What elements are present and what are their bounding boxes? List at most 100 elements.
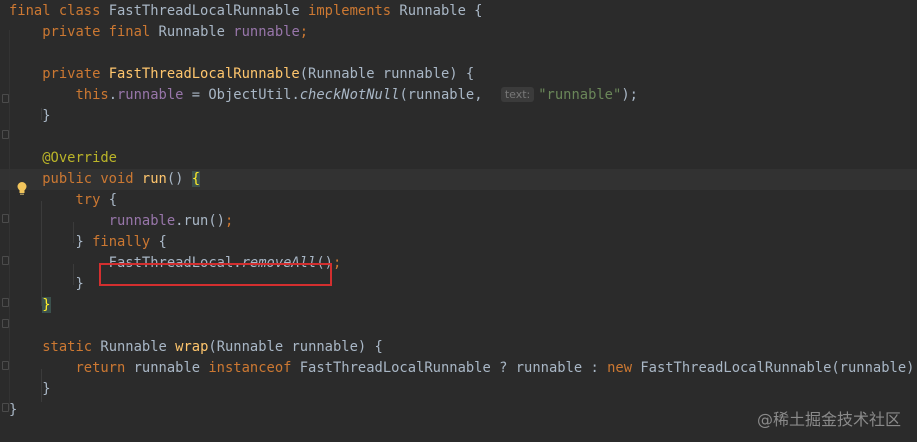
code-token: } <box>9 381 51 397</box>
code-token: .run() <box>175 213 225 229</box>
code-token: instanceof <box>208 360 300 376</box>
code-token: runnable <box>133 360 209 376</box>
code-text: public void run() { <box>9 169 201 190</box>
code-text: runnable.run(); <box>9 211 234 232</box>
code-token: FastThreadLocalRunnable ? runnable : <box>299 360 608 376</box>
code-token: ; <box>332 255 342 271</box>
code-token: try <box>75 192 109 208</box>
code-token: () <box>166 171 192 187</box>
code-text: } <box>9 400 17 421</box>
code-line[interactable]: } <box>0 295 917 316</box>
parameter-hint: text: <box>500 87 535 102</box>
code-text: private final Runnable runnable; <box>9 22 308 43</box>
code-token: = ObjectUtil. <box>191 87 300 103</box>
lightbulb-icon[interactable] <box>16 181 28 197</box>
code-token: { <box>108 192 117 208</box>
code-token: Runnable <box>100 339 176 355</box>
code-editor[interactable]: } } return runnable instanceof FastThrea… <box>0 0 917 442</box>
code-text: static Runnable wrap(Runnable runnable) … <box>9 337 383 358</box>
code-line[interactable] <box>0 43 917 64</box>
code-line[interactable]: private final Runnable runnable; <box>0 22 917 43</box>
watermark: @稀土掘金技术社区 <box>756 410 901 429</box>
code-token: FastThreadLocalRunnable <box>108 66 300 82</box>
indent-guide <box>41 201 42 306</box>
code-token: Runnable { <box>399 3 483 19</box>
code-token: static <box>42 339 101 355</box>
code-token: final class <box>9 3 109 19</box>
code-token: ; <box>299 24 309 40</box>
code-line[interactable]: } <box>0 106 917 127</box>
code-token: runnable <box>117 87 192 103</box>
code-token: return <box>75 360 134 376</box>
code-text: private FastThreadLocalRunnable(Runnable… <box>9 64 474 85</box>
code-token: ); <box>621 87 638 103</box>
code-text: } <box>9 106 51 127</box>
code-line[interactable]: } finally { <box>0 232 917 253</box>
code-token: checkNotNull <box>299 87 400 103</box>
code-line[interactable]: final class FastThreadLocalRunnable impl… <box>0 1 917 22</box>
fold-marker-icon[interactable] <box>2 403 9 412</box>
code-token: finally <box>92 234 159 250</box>
code-token: "runnable" <box>538 87 622 103</box>
code-line[interactable]: this.runnable = ObjectUtil.checkNotNull(… <box>0 85 917 106</box>
code-line[interactable] <box>0 316 917 337</box>
code-token: { <box>158 234 167 250</box>
code-token: (Runnable runnable) { <box>208 339 383 355</box>
code-line[interactable]: return runnable instanceof FastThreadLoc… <box>0 358 917 379</box>
code-token: @Override <box>42 150 117 166</box>
code-token: FastThreadLocalRunnable <box>108 3 309 19</box>
code-line[interactable] <box>0 127 917 148</box>
code-text: return runnable instanceof FastThreadLoc… <box>9 358 917 379</box>
code-token: run <box>141 171 167 187</box>
code-text: } <box>9 295 51 316</box>
code-line[interactable]: @Override <box>0 148 917 169</box>
indent-guide <box>9 30 10 410</box>
code-text: this.runnable = ObjectUtil.checkNotNull(… <box>9 85 638 106</box>
indent-guide <box>73 222 74 243</box>
fold-marker-icon[interactable] <box>2 319 9 328</box>
fold-marker-icon[interactable] <box>2 130 9 139</box>
code-text: final class FastThreadLocalRunnable impl… <box>9 1 483 22</box>
code-token: FastThreadLocalRunnable(runnable) <box>640 360 915 376</box>
code-token: wrap <box>175 339 209 355</box>
fold-marker-icon[interactable] <box>2 298 9 307</box>
code-text: } finally { <box>9 232 167 253</box>
indent-guide <box>73 264 74 285</box>
code-line[interactable]: static Runnable wrap(Runnable runnable) … <box>0 337 917 358</box>
code-token: public void <box>42 171 142 187</box>
fold-marker-icon[interactable] <box>2 214 9 223</box>
code-token: private <box>42 66 109 82</box>
code-token: (Runnable runnable) { <box>299 66 475 82</box>
code-token: runnable <box>233 24 300 40</box>
code-line[interactable]: } <box>0 379 917 400</box>
fold-marker-icon[interactable] <box>2 94 9 103</box>
code-line[interactable]: try { <box>0 190 917 211</box>
fold-marker-icon[interactable] <box>2 256 9 265</box>
code-token: Runnable <box>158 24 234 40</box>
code-token: runnable <box>108 213 176 229</box>
code-text: @Override <box>9 148 117 169</box>
code-token: private final <box>42 24 159 40</box>
code-token: (runnable, <box>399 87 491 103</box>
code-token: } <box>9 108 51 124</box>
highlight-box <box>99 263 332 286</box>
code-token: this <box>75 87 109 103</box>
code-token: } <box>9 402 18 418</box>
code-token: implements <box>308 3 400 19</box>
indent-guide <box>41 108 42 120</box>
code-line[interactable]: private FastThreadLocalRunnable(Runnable… <box>0 64 917 85</box>
code-text: } <box>9 379 51 400</box>
code-line[interactable]: runnable.run(); <box>0 211 917 232</box>
fold-marker-icon[interactable] <box>2 361 9 370</box>
code-token: ; <box>224 213 234 229</box>
code-token: { <box>191 171 201 187</box>
code-line[interactable]: public void run() { <box>0 169 917 190</box>
code-token: } <box>9 234 93 250</box>
